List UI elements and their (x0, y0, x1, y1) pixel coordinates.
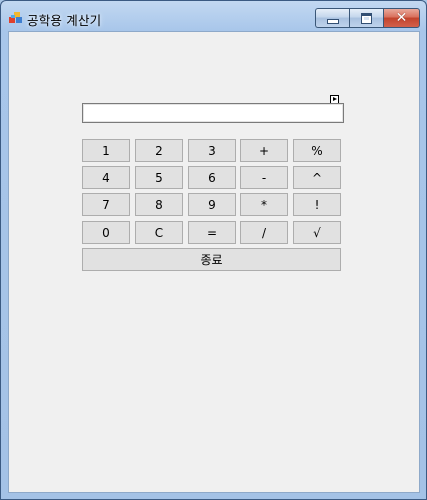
caption-buttons: ✕ (315, 8, 420, 29)
key-0-0-button[interactable]: 1 (82, 139, 130, 162)
minimize-button[interactable] (315, 8, 349, 28)
key-1-1-button[interactable]: 5 (135, 166, 183, 189)
close-icon: ✕ (395, 10, 408, 26)
client-area: 1 2 3 +% 4 5 6- ^ 7 8 9 *! 0 C = / √ 종료 (8, 31, 420, 493)
key-0-3-button[interactable]: + (240, 139, 288, 162)
key-2-4-button[interactable]: ! (293, 193, 341, 216)
key-1-0-button[interactable]: 4 (82, 166, 130, 189)
key-3-2-button[interactable]: = (188, 221, 236, 244)
key-0-1-button[interactable]: 2 (135, 139, 183, 162)
key-2-0-button[interactable]: 7 (82, 193, 130, 216)
minimize-icon (326, 18, 339, 24)
key-2-2-button[interactable]: 9 (188, 193, 236, 216)
app-icon (9, 12, 22, 23)
key-0-4-button[interactable]: % (293, 139, 341, 162)
maximize-icon (361, 12, 372, 24)
key-2-3-button[interactable]: * (240, 193, 288, 216)
key-2-1-button[interactable]: 8 (135, 193, 183, 216)
key-1-2-button[interactable]: 6 (188, 166, 236, 189)
key-3-3-button[interactable]: / (240, 221, 288, 244)
exit-button[interactable]: 종료 (82, 248, 341, 271)
calculator-window: 공학용 계산기 ✕ 1 2 3 +% 4 5 6- ^ 7 8 9 *! 0 C = / √ 종료 (0, 0, 427, 500)
key-0-2-button[interactable]: 3 (188, 139, 236, 162)
title-bar[interactable]: 공학용 계산기 ✕ (1, 1, 426, 32)
key-1-4-button[interactable]: ^ (293, 166, 341, 189)
window-title: 공학용 계산기 (27, 13, 102, 28)
close-button[interactable]: ✕ (383, 8, 420, 28)
key-3-4-button[interactable]: √ (293, 221, 341, 244)
key-3-1-button[interactable]: C (135, 221, 183, 244)
calculator-display[interactable] (82, 103, 344, 123)
key-1-3-button[interactable]: - (240, 166, 288, 189)
key-3-0-button[interactable]: 0 (82, 221, 130, 244)
maximize-button[interactable] (349, 8, 383, 28)
